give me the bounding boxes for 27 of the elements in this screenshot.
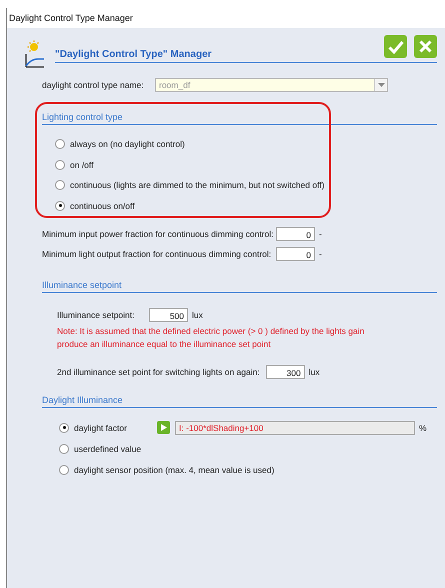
unit-label: - <box>319 229 322 239</box>
field-label: Minimum input power fraction for continuous dimming control: <box>42 229 274 239</box>
option-label: continuous (lights are dimmed to the minimum, but not switched off) <box>70 180 324 190</box>
option-label: always on (no daylight control) <box>70 139 185 150</box>
option-label: daylight sensor position (max. 4, mean value is used) <box>74 464 274 474</box>
field-label: daylight control type name: <box>42 80 145 90</box>
number-field[interactable]: 300 <box>266 365 305 379</box>
dialog-heading: "Daylight Control Type" Manager <box>55 49 212 60</box>
option-label: continuous on/off <box>70 200 135 211</box>
number-field[interactable]: 0 <box>276 227 315 241</box>
unit-label: % <box>419 422 427 432</box>
unit-label: lux <box>308 367 320 377</box>
option-label: on /off <box>70 160 94 170</box>
section-heading: Lighting control type <box>42 112 437 125</box>
note-text: Note: It is assumed that the defined electric power (> 0 ) defined by the lights gain produce an illuminance equal to the illuminance set point <box>57 325 366 351</box>
field-label: Illuminance setpoint: <box>57 310 136 320</box>
unit-label: - <box>319 249 322 259</box>
number-field[interactable]: 0 <box>276 247 315 261</box>
option-label: userdefined value <box>74 444 142 454</box>
field-label: Minimum light output fraction for continuous dimming control: <box>42 249 272 259</box>
formula-field[interactable]: I: -100*dlShading+100 <box>175 420 415 434</box>
number-field[interactable]: 500 <box>149 308 188 322</box>
field-label: 2nd illuminance set point for switching lights on again: <box>57 367 260 377</box>
unit-label: lux <box>192 310 203 320</box>
section-heading: Illuminance setpoint <box>42 280 437 293</box>
option-label: daylight factor <box>74 422 128 432</box>
section-heading: Daylight Illuminance <box>42 395 437 408</box>
